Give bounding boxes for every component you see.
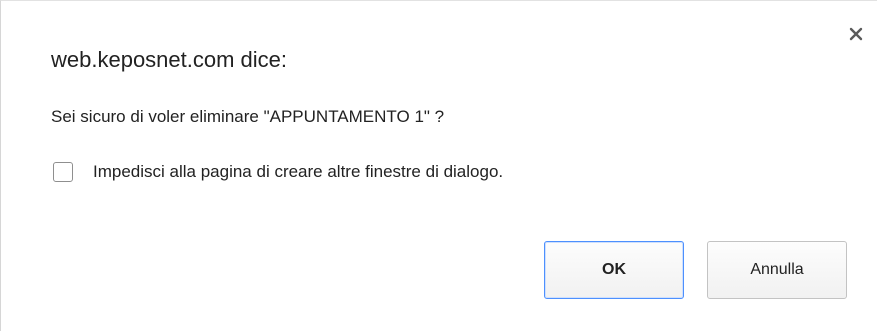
ok-button[interactable]: OK [544, 241, 684, 299]
suppress-dialogs-checkbox[interactable] [53, 162, 73, 182]
close-icon[interactable] [849, 27, 863, 41]
alert-dialog: web.keposnet.com dice: Sei sicuro di vol… [0, 0, 877, 331]
dialog-title: web.keposnet.com dice: [51, 47, 288, 72]
cancel-button[interactable]: Annulla [707, 241, 847, 299]
suppress-dialogs-label: Impedisci alla pagina di creare altre fi… [93, 162, 504, 181]
dialog-message: Sei sicuro di voler eliminare "APPUNTAME… [51, 107, 445, 126]
suppress-dialogs-option[interactable]: Impedisci alla pagina di creare altre fi… [53, 159, 503, 185]
